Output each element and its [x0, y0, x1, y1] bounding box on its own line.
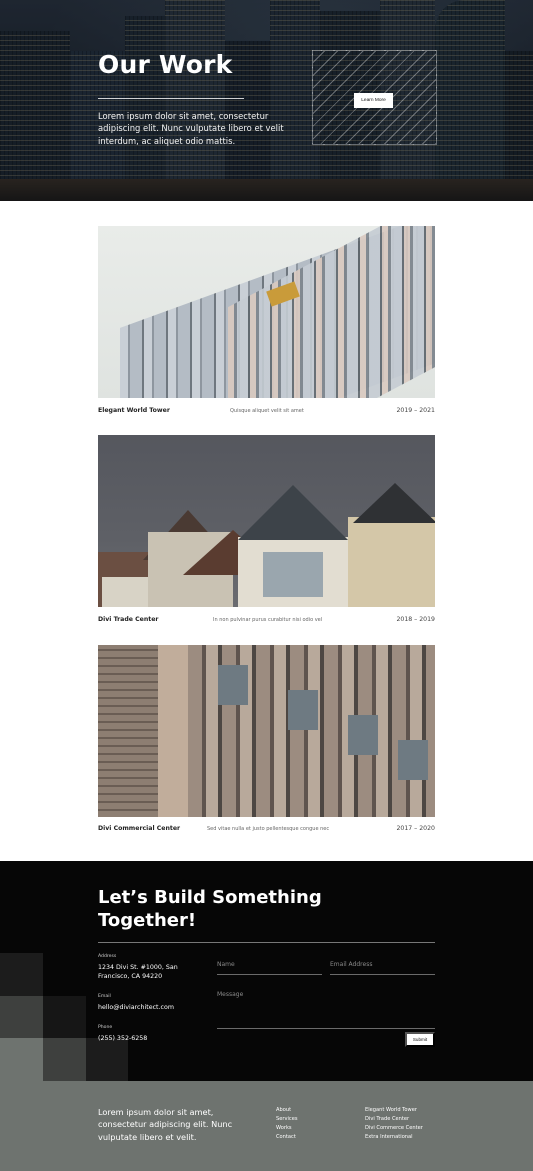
project-description: In non pulvinar purus curabitur nisi odi…	[213, 617, 323, 623]
footer-link-works[interactable]: Works	[276, 1125, 292, 1131]
footer-link-about[interactable]: About	[276, 1107, 291, 1113]
phone-label: Phone	[98, 1025, 113, 1030]
roof	[353, 483, 435, 523]
hero-text: Lorem ipsum dolor sit amet, consectetur …	[98, 111, 284, 146]
footer-project-link[interactable]: Elegant World Tower	[365, 1107, 417, 1113]
address-label: Address	[98, 954, 117, 959]
message-field-underline	[217, 1028, 435, 1029]
contact-divider	[98, 942, 435, 943]
house	[263, 552, 323, 597]
contact-title: Let’s Build Something Together!	[98, 887, 322, 931]
project-description: Quisque aliquet velit sit amet	[230, 408, 304, 414]
decorative-square	[43, 996, 86, 1038]
building-facade	[98, 645, 158, 817]
tower-facade	[228, 226, 435, 398]
email-value[interactable]: hello@diviarchitect.com	[98, 1003, 218, 1012]
house	[102, 577, 152, 607]
project-dates: 2017 – 2020	[396, 825, 435, 832]
footer-link-services[interactable]: Services	[276, 1116, 297, 1122]
hero-overlay	[0, 0, 533, 201]
decorative-square	[86, 1038, 128, 1081]
project-title[interactable]: Divi Commercial Center	[98, 825, 180, 832]
house	[348, 517, 435, 607]
building-corner	[158, 645, 188, 817]
phone-value[interactable]: (255) 352-6258	[98, 1034, 198, 1043]
email-label: Email	[98, 994, 111, 999]
decorative-square	[0, 953, 43, 996]
email-field-underline	[330, 974, 435, 975]
name-field[interactable]: Name	[217, 961, 322, 973]
window-row	[398, 740, 428, 780]
footer-link-contact[interactable]: Contact	[276, 1134, 296, 1140]
project-description: Sed vitae nulla et justo pellentesque co…	[207, 826, 330, 832]
window-row	[288, 690, 318, 730]
page-title: Our Work	[98, 50, 233, 79]
email-field[interactable]: Email Address	[330, 961, 435, 973]
footer-text: Lorem ipsum dolor sit amet, consectetur …	[98, 1107, 233, 1142]
footer	[0, 1081, 533, 1171]
hero-divider	[98, 98, 244, 99]
footer-project-link[interactable]: Divi Commerce Center	[365, 1125, 423, 1131]
project-image[interactable]	[98, 645, 435, 817]
hero-section	[0, 0, 533, 201]
project-dates: 2018 – 2019	[396, 616, 435, 623]
footer-project-link[interactable]: Divi Trade Center	[365, 1116, 409, 1122]
project-image[interactable]	[98, 226, 435, 398]
window-row	[218, 665, 248, 705]
project-title[interactable]: Elegant World Tower	[98, 407, 170, 414]
name-field-underline	[217, 974, 322, 975]
message-field[interactable]: Message	[217, 991, 435, 1027]
project-title[interactable]: Divi Trade Center	[98, 616, 158, 623]
window-row	[348, 715, 378, 755]
decorative-square	[0, 996, 43, 1038]
footer-project-link[interactable]: Extra International	[365, 1134, 413, 1140]
decorative-square	[0, 1038, 43, 1081]
project-dates: 2019 – 2021	[396, 407, 435, 414]
submit-button[interactable]: Submit	[405, 1032, 435, 1047]
address-value: 1234 Divi St. #1000, San Francisco, CA 9…	[98, 964, 178, 980]
decorative-square	[43, 1038, 86, 1081]
roof	[238, 485, 348, 540]
project-image[interactable]	[98, 435, 435, 607]
learn-more-button[interactable]: Learn More	[354, 93, 393, 108]
